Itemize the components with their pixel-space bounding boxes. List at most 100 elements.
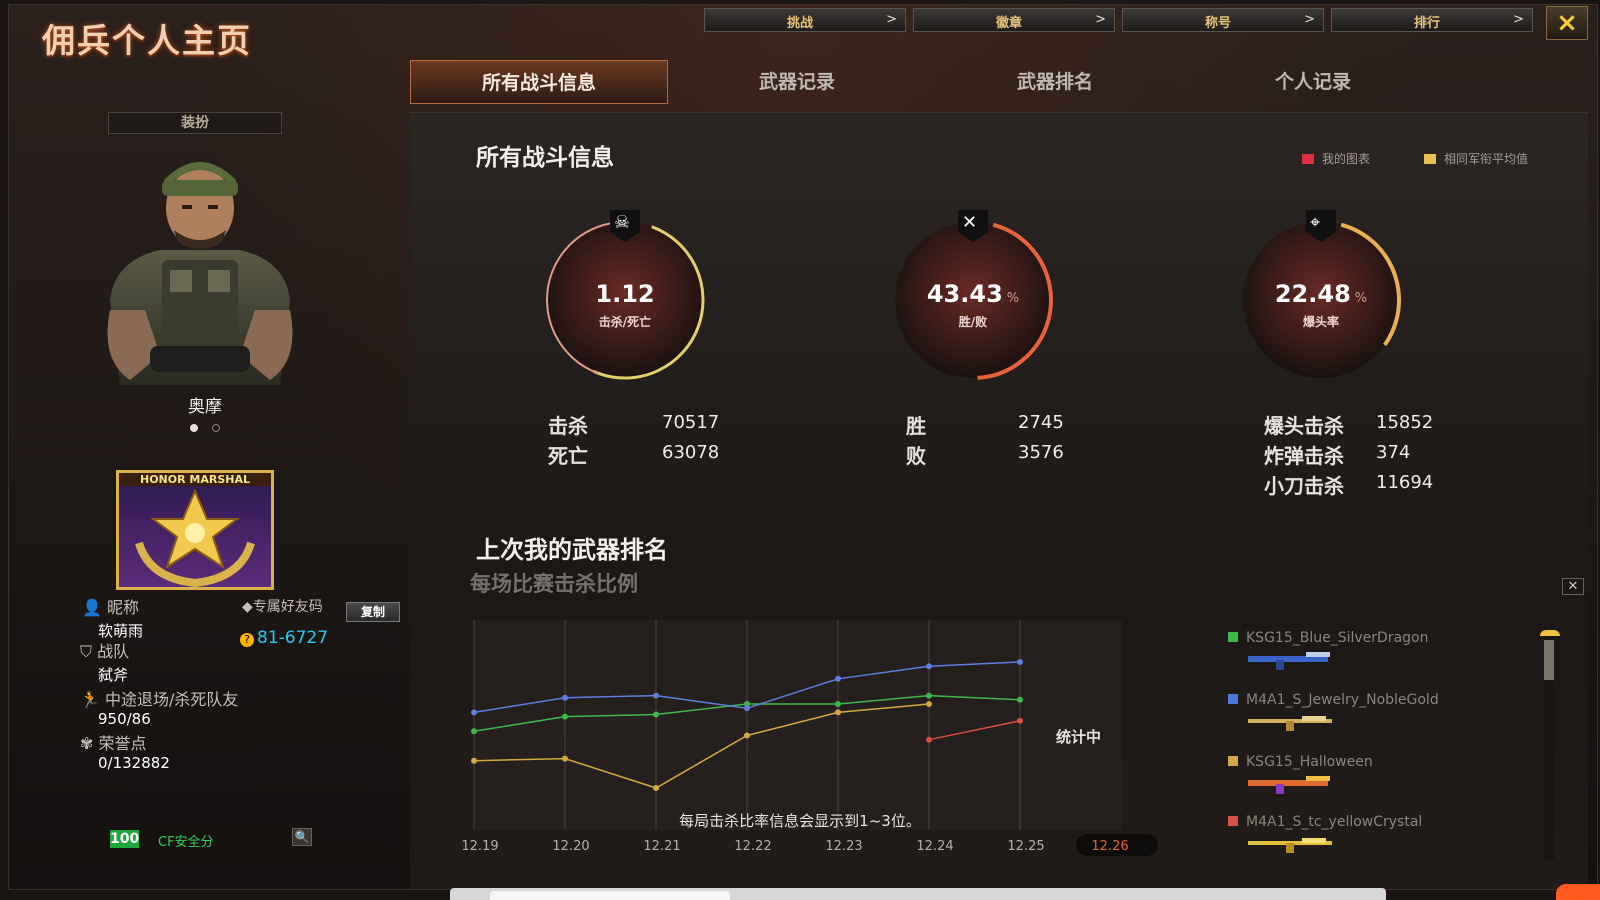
quit-label: 🏃 中途退场/杀死队友: [80, 686, 238, 710]
gauge-caption: 爆头率: [1302, 315, 1339, 329]
x-tick-label: 12.26: [1091, 839, 1128, 854]
data-point: [744, 705, 750, 712]
security-label: CF安全分: [158, 835, 214, 850]
legend-label: 我的图表: [1322, 152, 1371, 166]
weapon-item[interactable]: KSG15_Halloween: [1228, 754, 1468, 798]
rank-badge: HONOR MARSHAL: [116, 470, 274, 590]
friend-code-label-text: 专属好友码: [252, 599, 323, 615]
deaths-label: 死亡: [548, 444, 588, 468]
data-point: [926, 692, 932, 699]
shotgun-icon: [1248, 652, 1330, 670]
shotgun-icon: [1248, 776, 1330, 794]
gauge-value: 22.48%: [1236, 280, 1406, 308]
nav-label: 徽章: [995, 16, 1022, 31]
shield-icon: ⛉: [80, 642, 93, 661]
tab-weapon-records[interactable]: 武器记录: [668, 60, 926, 104]
nav-ranking-button[interactable]: 排行 >: [1331, 8, 1533, 32]
nav-challenge-button[interactable]: 挑战 >: [704, 8, 906, 32]
carousel-dot[interactable]: [212, 424, 220, 432]
person-icon: 👤: [82, 598, 102, 617]
nav-label: 挑战: [786, 16, 813, 31]
honor-label-text: 荣誉点: [98, 734, 147, 753]
scrollbar-thumb[interactable]: [1544, 640, 1554, 680]
section-title: 所有战斗信息: [476, 145, 614, 171]
gauge-value: 1.12: [540, 280, 710, 308]
chart-note: 每局击杀比率信息会显示到1~3位。: [679, 812, 921, 830]
chart-plot-area: [474, 620, 1122, 830]
gauge-caption: 击杀/死亡: [598, 315, 652, 329]
page-title: 佣兵个人主页: [42, 21, 252, 60]
data-point: [653, 692, 659, 699]
taskbar-tab[interactable]: [490, 891, 730, 900]
headshot-kills-label: 爆头击杀: [1264, 414, 1344, 438]
rifle-icon: [1248, 716, 1332, 731]
nickname-label: 👤 昵称: [82, 594, 139, 618]
nav-label: 称号: [1204, 16, 1231, 31]
legend-label: 相同军衔平均值: [1444, 152, 1529, 166]
friend-code[interactable]: ? 81-6727: [240, 628, 328, 648]
data-point: [471, 757, 477, 764]
chevron-right-icon: >: [886, 12, 897, 27]
wins-value: 2745: [1018, 412, 1064, 433]
quit-value: 950/86: [98, 710, 151, 728]
scroll-up-icon[interactable]: [1540, 630, 1560, 636]
outfit-button[interactable]: 装扮: [108, 112, 282, 134]
losses-label: 败: [906, 444, 926, 468]
weapon-item[interactable]: M4A1_S_Jewelry_NobleGold: [1228, 692, 1468, 736]
gauge-value: 43.43%: [888, 280, 1058, 308]
search-icon[interactable]: 🔍: [292, 828, 312, 846]
data-point: [926, 736, 932, 743]
nav-badge-button[interactable]: 徽章 >: [913, 8, 1115, 32]
legend-swatch: [1228, 816, 1238, 826]
legend-swatch: [1302, 154, 1314, 164]
wins-label: 胜: [906, 414, 926, 438]
quit-label-text: 中途退场/杀死队友: [105, 690, 239, 709]
data-point: [1017, 659, 1023, 665]
knife-kills-label: 小刀击杀: [1264, 474, 1344, 498]
team-value: 弑斧: [98, 666, 129, 684]
nav-label: 排行: [1413, 16, 1440, 31]
laurel-icon: ✾: [80, 734, 94, 753]
weapon-item[interactable]: M4A1_S_tc_yellowCrystal: [1228, 814, 1468, 858]
data-point: [653, 785, 659, 791]
legend-swatch: [1228, 632, 1238, 642]
close-icon[interactable]: ✕: [1562, 578, 1584, 595]
data-point: [926, 701, 932, 707]
running-man-icon: 🏃: [80, 690, 100, 709]
ranking-title: 上次我的武器排名: [476, 536, 668, 564]
chevron-right-icon: >: [1513, 12, 1524, 27]
honor-label: ✾ 荣誉点: [80, 730, 147, 754]
data-point: [835, 701, 841, 707]
honor-value: 0/132882: [98, 754, 170, 772]
carousel-dot-active[interactable]: [190, 424, 198, 432]
tab-personal-records[interactable]: 个人记录: [1184, 60, 1442, 104]
team-label: ⛉ 战队: [80, 638, 129, 662]
nickname-label-text: 昵称: [107, 598, 140, 617]
data-point: [1017, 696, 1023, 703]
help-icon[interactable]: ?: [240, 633, 254, 647]
gauge-headshot: ⌖ 22.48% 爆头率: [1236, 210, 1406, 410]
data-point: [562, 713, 568, 720]
x-tick-label: 12.22: [734, 839, 771, 854]
friend-code-label: ◆专属好友码: [242, 596, 323, 616]
chart-status: 统计中: [1056, 728, 1102, 746]
winrate-value: 43.43: [926, 280, 1003, 308]
close-button[interactable]: ×: [1546, 6, 1588, 40]
logo-icon: [1556, 884, 1600, 900]
data-point: [926, 663, 932, 670]
x-tick-label: 12.19: [461, 839, 498, 854]
data-point: [562, 755, 568, 762]
tab-weapon-ranking[interactable]: 武器排名: [926, 60, 1184, 104]
weapon-item[interactable]: KSG15_Blue_SilverDragon: [1228, 630, 1468, 674]
rifle-icon: [1248, 838, 1332, 853]
nav-title-button[interactable]: 称号 >: [1122, 8, 1324, 32]
tab-all-battle-info[interactable]: 所有战斗信息: [410, 60, 668, 104]
legend-rank-average: 相同军衔平均值: [1424, 150, 1528, 167]
x-tick-label: 12.23: [825, 839, 862, 854]
data-point: [562, 694, 568, 701]
copy-button[interactable]: 复制: [346, 602, 400, 622]
gauge-caption: 胜/败: [958, 315, 988, 329]
bomb-kills-label: 炸弹击杀: [1264, 444, 1344, 468]
security-score: 100: [110, 830, 140, 848]
data-point: [835, 709, 841, 716]
